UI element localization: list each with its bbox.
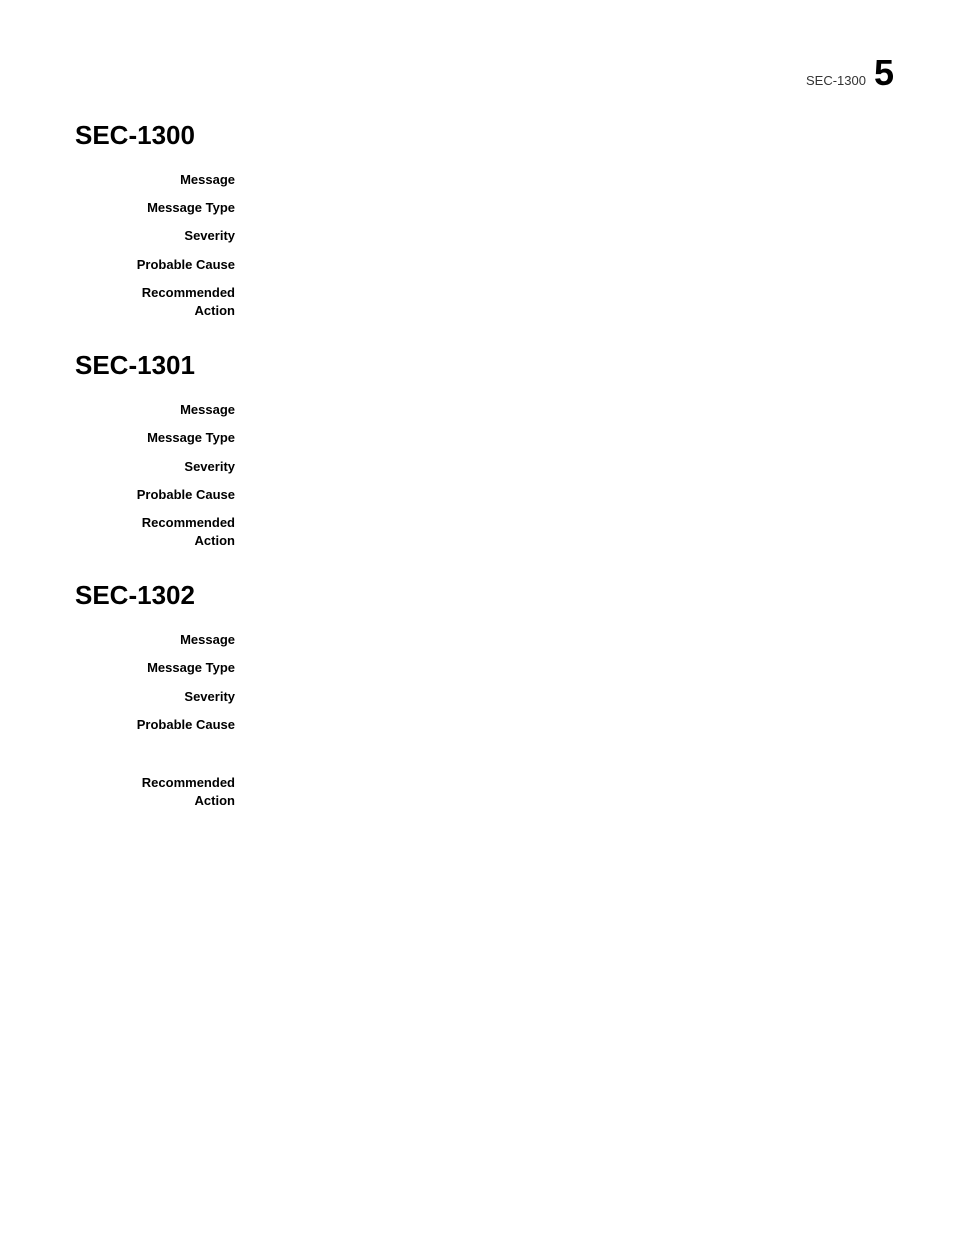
field-label-message-1302: Message (105, 631, 250, 649)
header-section-id: SEC-1300 (806, 73, 866, 88)
field-value-message-type-1300 (250, 199, 874, 217)
field-value-message-1300 (250, 171, 874, 189)
field-value-message-type-1301 (250, 429, 874, 447)
section-title-sec-1300: SEC-1300 (75, 120, 874, 151)
field-row-probable-cause-1301: Probable Cause (75, 486, 874, 504)
field-label-message-1301: Message (105, 401, 250, 419)
field-label-recommended-action-1302: RecommendedAction (105, 774, 250, 810)
field-value-severity-1302 (250, 688, 874, 706)
field-label-message-type-1301: Message Type (105, 429, 250, 447)
field-value-severity-1300 (250, 227, 874, 245)
field-value-severity-1301 (250, 458, 874, 476)
field-label-probable-cause-1300: Probable Cause (105, 256, 250, 274)
field-row-message-1300: Message (75, 171, 874, 189)
field-label-message-type-1300: Message Type (105, 199, 250, 217)
main-content: SEC-1300 Message Message Type Severity P… (0, 0, 954, 810)
field-value-recommended-action-1302 (250, 774, 874, 810)
field-value-message-1302 (250, 631, 874, 649)
page-header: SEC-1300 5 (806, 55, 894, 91)
section-sec-1301: SEC-1301 Message Message Type Severity P… (75, 350, 874, 550)
field-row-severity-1302: Severity (75, 688, 874, 706)
field-value-probable-cause-1302 (250, 716, 874, 734)
section-sec-1300: SEC-1300 Message Message Type Severity P… (75, 120, 874, 320)
field-label-message-1300: Message (105, 171, 250, 189)
field-label-severity-1300: Severity (105, 227, 250, 245)
field-label-severity-1302: Severity (105, 688, 250, 706)
field-label-probable-cause-1302: Probable Cause (105, 716, 250, 734)
field-row-message-1302: Message (75, 631, 874, 649)
field-row-message-type-1302: Message Type (75, 659, 874, 677)
field-row-recommended-action-1302: RecommendedAction (75, 774, 874, 810)
field-value-probable-cause-1301 (250, 486, 874, 504)
field-row-probable-cause-1302: Probable Cause (75, 716, 874, 734)
section-title-sec-1301: SEC-1301 (75, 350, 874, 381)
field-label-recommended-action-1301: RecommendedAction (105, 514, 250, 550)
field-row-message-type-1300: Message Type (75, 199, 874, 217)
field-label-message-type-1302: Message Type (105, 659, 250, 677)
field-value-message-1301 (250, 401, 874, 419)
field-label-recommended-action-1300: RecommendedAction (105, 284, 250, 320)
spacer-1302 (75, 744, 874, 774)
field-row-severity-1301: Severity (75, 458, 874, 476)
section-sec-1302: SEC-1302 Message Message Type Severity P… (75, 580, 874, 810)
field-row-message-1301: Message (75, 401, 874, 419)
field-row-recommended-action-1301: RecommendedAction (75, 514, 874, 550)
field-row-message-type-1301: Message Type (75, 429, 874, 447)
field-value-message-type-1302 (250, 659, 874, 677)
field-row-severity-1300: Severity (75, 227, 874, 245)
field-label-probable-cause-1301: Probable Cause (105, 486, 250, 504)
section-title-sec-1302: SEC-1302 (75, 580, 874, 611)
field-row-probable-cause-1300: Probable Cause (75, 256, 874, 274)
field-value-recommended-action-1300 (250, 284, 874, 320)
field-label-severity-1301: Severity (105, 458, 250, 476)
header-page-number: 5 (874, 55, 894, 91)
field-value-recommended-action-1301 (250, 514, 874, 550)
field-row-recommended-action-1300: RecommendedAction (75, 284, 874, 320)
field-value-probable-cause-1300 (250, 256, 874, 274)
